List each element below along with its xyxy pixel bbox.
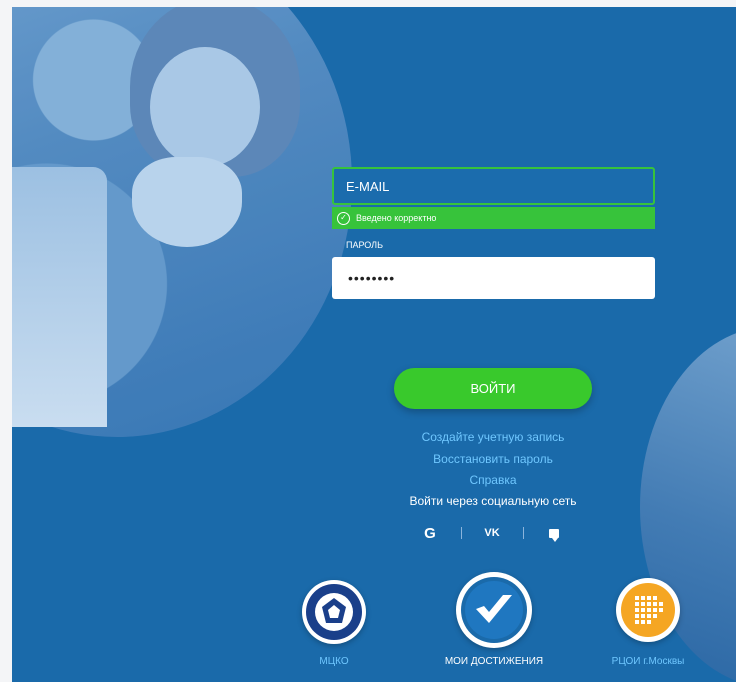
divider: [522, 527, 524, 539]
email-field[interactable]: E-MAIL: [332, 167, 655, 205]
check-icon: ✓: [337, 211, 350, 225]
achievements-label: МОИ ДОСТИЖЕНИЯ: [444, 656, 544, 667]
laptop-decor: [12, 167, 107, 427]
chat-login-button[interactable]: [536, 525, 572, 542]
grid-logo-icon: [621, 583, 675, 637]
social-login-label: Войти через социальную сеть: [409, 494, 577, 508]
google-login-button[interactable]: G: [412, 525, 448, 542]
rcoi-logo[interactable]: [616, 578, 680, 642]
rcoi-label: РЦОИ г.Москвы: [611, 656, 685, 667]
mcko-logo[interactable]: [302, 580, 366, 644]
login-button[interactable]: ВОЙТИ: [394, 368, 592, 409]
email-validation-message: ✓ Введено корректно: [332, 207, 655, 229]
girl-hands-decor: [132, 157, 242, 247]
checkmark-logo-icon: [461, 577, 527, 643]
chat-icon: [549, 528, 559, 542]
password-field[interactable]: ••••••••: [332, 257, 655, 299]
create-account-link[interactable]: Создайте учетную запись: [394, 430, 592, 444]
vk-login-button[interactable]: VK: [474, 527, 510, 539]
social-buttons: G VK: [412, 523, 572, 543]
validation-text: Введено корректно: [356, 213, 437, 223]
restore-password-link[interactable]: Восстановить пароль: [394, 452, 592, 466]
girl-face-decor: [150, 47, 260, 167]
help-link[interactable]: Справка: [394, 473, 592, 487]
mcko-label: МЦКО: [319, 656, 349, 667]
login-page: E-MAIL ✓ Введено корректно ПАРОЛЬ ••••••…: [12, 7, 736, 682]
divider: [460, 527, 462, 539]
achievements-logo[interactable]: [456, 572, 532, 648]
mcko-emblem-icon: [306, 584, 362, 640]
password-label: ПАРОЛЬ: [346, 240, 383, 250]
